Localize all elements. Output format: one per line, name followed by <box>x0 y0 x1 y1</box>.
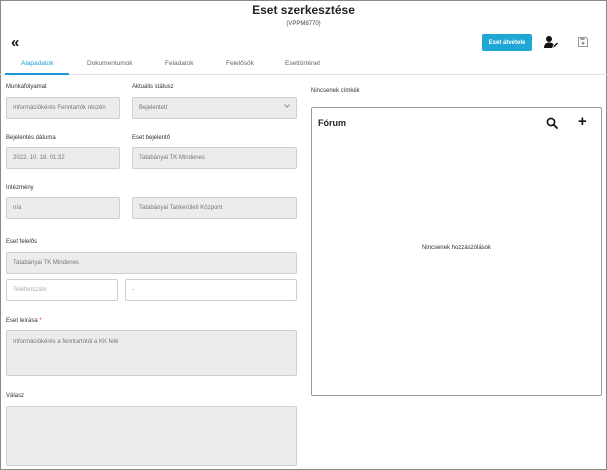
phone-field[interactable]: Telefonszám <box>6 279 118 301</box>
tags-empty-text: Nincsenek címkék <box>311 88 360 94</box>
reporter-label: Eset bejelentő <box>132 135 171 141</box>
forum-title: Fórum <box>318 118 346 128</box>
description-label-text: Eset leírása <box>6 318 38 324</box>
answer-label: Válasz <box>6 393 25 399</box>
tab-esettortenet[interactable]: Esettörténet <box>285 60 320 67</box>
workflow-field[interactable]: Információkérés Fenntartók részén <box>6 97 120 119</box>
tab-bar: Alapadatok Dokumentumok Feladatok Felelő… <box>0 58 607 75</box>
responsible-field[interactable]: Tatabányai TK Mindenes <box>6 252 297 274</box>
save-icon[interactable] <box>578 37 588 47</box>
forum-panel: Fórum + Nincsenek hozzászólások <box>311 107 602 396</box>
status-label: Aktuális státusz <box>132 84 174 90</box>
description-textarea[interactable]: Információkérés a fenntartótól a KK felé <box>6 330 297 376</box>
tab-alapadatok[interactable]: Alapadatok <box>21 60 54 67</box>
status-select[interactable]: Bejelentett <box>132 97 297 119</box>
plus-icon[interactable]: + <box>578 114 587 129</box>
forum-empty-text: Nincsenek hozzászólások <box>421 245 492 251</box>
report-date-label: Bejelentés dátuma <box>6 135 56 141</box>
responsible-label: Eset felelős <box>6 239 38 245</box>
back-double-chevron-icon[interactable]: « <box>11 35 19 50</box>
tab-felelosok[interactable]: Felelősök <box>226 60 254 67</box>
active-tab-indicator <box>5 73 69 75</box>
search-icon[interactable] <box>546 117 558 129</box>
status-value: Bejelentett <box>139 105 168 111</box>
page-title: Eset szerkesztése <box>252 3 355 17</box>
reporter-field[interactable]: Tatabányai TK Mindenes <box>132 147 297 169</box>
user-edit-icon[interactable] <box>544 35 558 49</box>
tab-dokumentumok[interactable]: Dokumentumok <box>87 60 133 67</box>
phone-extra-field[interactable]: - <box>125 279 297 301</box>
chevron-down-icon <box>284 104 290 108</box>
answer-textarea[interactable] <box>6 406 297 466</box>
institution-label: Intézmény <box>6 185 34 191</box>
institution-code-field[interactable]: n/a <box>6 197 120 219</box>
tab-feladatok[interactable]: Feladatok <box>165 60 194 67</box>
required-mark: * <box>39 318 42 324</box>
description-label: Eset leírása * <box>6 318 42 324</box>
report-date-field[interactable]: 2022. 10. 18. 01:32 <box>6 147 120 169</box>
workflow-label: Munkafolyamat <box>6 84 47 90</box>
take-over-case-button[interactable]: Eset átvétele <box>482 34 532 51</box>
case-code: (VPPM8770) <box>286 21 321 27</box>
institution-name-field[interactable]: Tatabányai Tankerületi Központ <box>132 197 297 219</box>
